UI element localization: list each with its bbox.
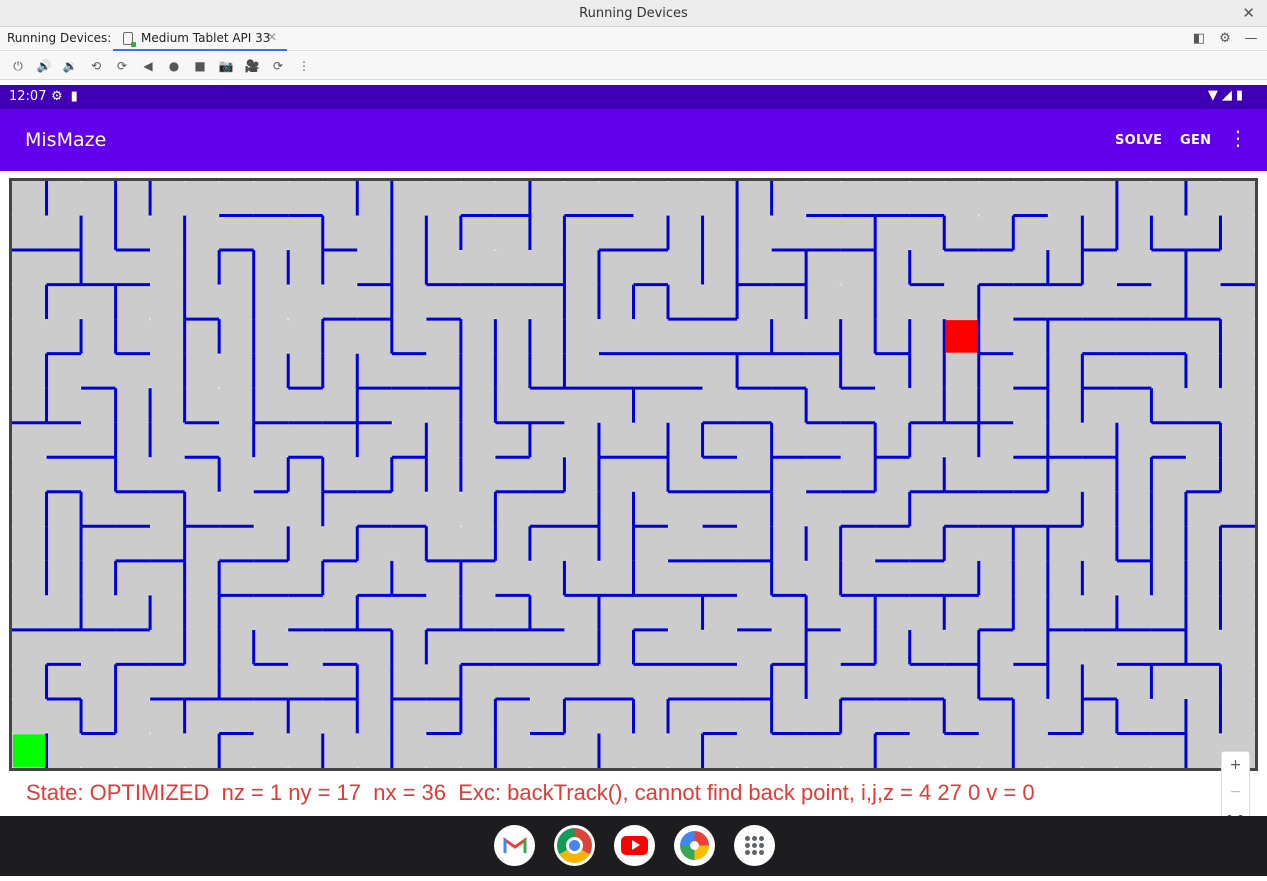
gear-icon[interactable]: ⚙ xyxy=(1217,30,1233,46)
device-toolbar: ⏻ 🔊 🔉 ⟲ ⟳ ◀ ● ■ 📷 🎥 ⟳ ⋮ xyxy=(0,52,1267,80)
zoom-in-icon[interactable]: + xyxy=(1222,752,1249,779)
running-devices-label: Running Devices: xyxy=(7,31,112,45)
home-icon[interactable]: ● xyxy=(165,57,183,75)
camera-icon[interactable]: 📷 xyxy=(217,57,235,75)
tab-bar: Running Devices: Medium Tablet API 33 ✕ … xyxy=(0,27,1267,51)
maze-svg xyxy=(9,178,1258,771)
status-time: 12:07 xyxy=(9,89,47,104)
app-title: MisMaze xyxy=(25,129,107,151)
device-screen: 12:07 ⚙ ▮ ▼ ◢ ▮ MisMaze SOLVE GEN ⋮ Stat… xyxy=(0,85,1267,876)
grid-dot xyxy=(287,318,290,321)
tab-medium-tablet[interactable]: Medium Tablet API 33 ✕ xyxy=(113,27,287,51)
wifi-icon: ▼ xyxy=(1207,88,1218,103)
rotate-right-icon[interactable]: ⟳ xyxy=(113,57,131,75)
chrome-app-icon[interactable] xyxy=(554,825,595,866)
window-title: Running Devices xyxy=(579,6,688,21)
overview-icon[interactable]: ■ xyxy=(191,57,209,75)
grid-dot xyxy=(839,283,842,286)
layout-icon[interactable]: ◧ xyxy=(1191,30,1207,46)
grid-dot xyxy=(149,318,152,321)
photos-app-icon[interactable] xyxy=(674,825,715,866)
overflow-menu-icon[interactable]: ⋮ xyxy=(1228,126,1248,150)
solve-button[interactable]: SOLVE xyxy=(1115,133,1162,148)
maze-background xyxy=(9,178,1258,771)
rotate-left-icon[interactable]: ⟲ xyxy=(87,57,105,75)
tab-close-icon[interactable]: ✕ xyxy=(267,30,277,44)
minimize-icon[interactable]: — xyxy=(1243,30,1259,46)
maze-start-cell xyxy=(13,734,46,767)
device-icon xyxy=(123,32,136,47)
settings-icon: ⚙ xyxy=(51,89,63,104)
back-icon[interactable]: ◀ xyxy=(139,57,157,75)
power-icon[interactable]: ⏻ xyxy=(9,57,27,75)
app-drawer-icon[interactable] xyxy=(734,825,775,866)
tab-label: Medium Tablet API 33 xyxy=(141,31,271,45)
android-nav-dock xyxy=(0,816,1267,876)
gen-button[interactable]: GEN xyxy=(1180,133,1211,148)
gmail-app-icon[interactable] xyxy=(494,825,535,866)
grid-dot xyxy=(494,249,497,252)
record-icon[interactable]: 🎥 xyxy=(243,57,261,75)
volume-down-icon[interactable]: 🔉 xyxy=(61,57,79,75)
maze-end-cell xyxy=(945,320,978,353)
grid-dot xyxy=(218,387,221,390)
close-icon[interactable]: ✕ xyxy=(1242,4,1255,22)
snapshot-icon[interactable]: ⟳ xyxy=(269,57,287,75)
more-vert-icon[interactable]: ⋮ xyxy=(295,57,313,75)
state-status-text: State: OPTIMIZED nz = 1 ny = 17 nx = 36 … xyxy=(26,780,1035,805)
window-titlebar: Running Devices ✕ xyxy=(0,0,1267,27)
grid-dot xyxy=(977,214,980,217)
grid-dot xyxy=(459,525,462,528)
volume-up-icon[interactable]: 🔊 xyxy=(35,57,53,75)
android-status-bar: 12:07 ⚙ ▮ ▼ ◢ ▮ xyxy=(0,85,1267,109)
maze-canvas[interactable] xyxy=(9,178,1258,771)
zoom-out-icon: − xyxy=(1229,784,1242,800)
battery-icon: ▮ xyxy=(1235,88,1243,103)
grid-dot xyxy=(149,732,152,735)
app-bar: MisMaze SOLVE GEN ⋮ xyxy=(0,109,1267,171)
sd-card-icon: ▮ xyxy=(70,89,78,104)
signal-icon: ◢ xyxy=(1221,88,1232,103)
youtube-app-icon[interactable] xyxy=(614,825,655,866)
